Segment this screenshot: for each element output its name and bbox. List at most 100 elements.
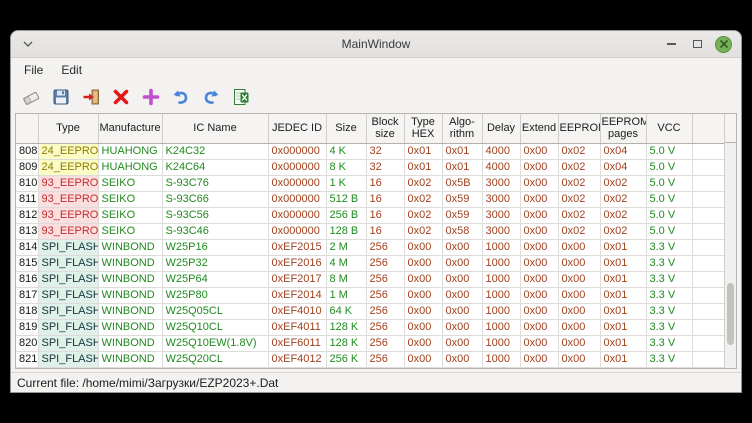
table-row[interactable]: 81093_EEPROMSEIKOS-93C760x0000001 K160x0…	[16, 175, 724, 191]
table-row[interactable]: 817SPI_FLASHWINBONDW25P800xEF20141 M2560…	[16, 287, 724, 303]
eeprom-pages-cell[interactable]: 0x02	[600, 207, 646, 223]
manufacture-cell[interactable]: WINBOND	[98, 239, 162, 255]
extend-cell[interactable]: 0x00	[520, 207, 558, 223]
ic-name-cell[interactable]: S-93C46	[162, 223, 268, 239]
type-cell[interactable]: 24_EEPROM	[38, 143, 98, 159]
export-button[interactable]	[228, 84, 253, 109]
algorithm-cell[interactable]: 0x00	[442, 319, 482, 335]
ic-name-cell[interactable]: W25Q05CL	[162, 303, 268, 319]
type-cell[interactable]: 93_EEPROM	[38, 191, 98, 207]
algorithm-cell[interactable]: 0x58	[442, 223, 482, 239]
save-button[interactable]	[48, 84, 73, 109]
extend-cell[interactable]: 0x00	[520, 223, 558, 239]
vcc-cell[interactable]: 5.0 V	[646, 223, 692, 239]
ic-name-cell[interactable]: S-93C76	[162, 175, 268, 191]
eeprom-pages-cell[interactable]: 0x01	[600, 351, 646, 367]
type-hex-cell[interactable]: 0x01	[404, 143, 442, 159]
type-cell[interactable]: 93_EEPROM	[38, 175, 98, 191]
vcc-cell[interactable]: 3.3 V	[646, 319, 692, 335]
redo-button[interactable]	[198, 84, 223, 109]
table-row[interactable]: 80924_EEPROMHUAHONGK24C640x0000008 K320x…	[16, 159, 724, 175]
jedec-id-cell[interactable]: 0x000000	[268, 175, 326, 191]
jedec-id-cell[interactable]: 0xEF4011	[268, 319, 326, 335]
block-size-cell[interactable]: 256	[366, 319, 404, 335]
jedec-id-cell[interactable]: 0xEF4012	[268, 351, 326, 367]
eeprom-pages-cell[interactable]: 0x02	[600, 223, 646, 239]
ic-name-cell[interactable]: W25P16	[162, 239, 268, 255]
manufacture-cell[interactable]: SEIKO	[98, 191, 162, 207]
col-header-manufacture[interactable]: Manufacture	[98, 114, 162, 143]
eeprom-pages-cell[interactable]: 0x02	[600, 175, 646, 191]
vcc-cell[interactable]: 3.3 V	[646, 303, 692, 319]
vcc-cell[interactable]: 5.0 V	[646, 207, 692, 223]
size-cell[interactable]: 4 M	[326, 255, 366, 271]
block-size-cell[interactable]: 256	[366, 303, 404, 319]
jedec-id-cell[interactable]: 0xEF2016	[268, 255, 326, 271]
col-header-type[interactable]: Type	[38, 114, 98, 143]
exit-button[interactable]	[78, 84, 103, 109]
eeprom-cell[interactable]: 0x00	[558, 271, 600, 287]
delay-cell[interactable]: 1000	[482, 319, 520, 335]
type-hex-cell[interactable]: 0x00	[404, 271, 442, 287]
col-header-delay[interactable]: Delay	[482, 114, 520, 143]
type-cell[interactable]: 24_EEPROM	[38, 159, 98, 175]
algorithm-cell[interactable]: 0x5B	[442, 175, 482, 191]
jedec-id-cell[interactable]: 0x000000	[268, 191, 326, 207]
algorithm-cell[interactable]: 0x59	[442, 191, 482, 207]
type-cell[interactable]: SPI_FLASH	[38, 303, 98, 319]
algorithm-cell[interactable]: 0x01	[442, 143, 482, 159]
eeprom-cell[interactable]: 0x02	[558, 191, 600, 207]
scrollbar-track[interactable]	[725, 143, 736, 368]
row-number-cell[interactable]: 809	[16, 159, 38, 175]
type-hex-cell[interactable]: 0x00	[404, 239, 442, 255]
delay-cell[interactable]: 1000	[482, 335, 520, 351]
algorithm-cell[interactable]: 0x00	[442, 287, 482, 303]
ic-name-cell[interactable]: S-93C56	[162, 207, 268, 223]
row-number-cell[interactable]: 814	[16, 239, 38, 255]
extend-cell[interactable]: 0x00	[520, 255, 558, 271]
undo-button[interactable]	[168, 84, 193, 109]
type-cell[interactable]: SPI_FLASH	[38, 239, 98, 255]
add-button[interactable]	[138, 84, 163, 109]
table-row[interactable]: 816SPI_FLASHWINBONDW25P640xEF20178 M2560…	[16, 271, 724, 287]
table-row[interactable]: 821SPI_FLASHWINBONDW25Q20CL0xEF4012256 K…	[16, 351, 724, 367]
type-hex-cell[interactable]: 0x02	[404, 191, 442, 207]
delay-cell[interactable]: 4000	[482, 143, 520, 159]
type-hex-cell[interactable]: 0x00	[404, 335, 442, 351]
eeprom-cell[interactable]: 0x00	[558, 239, 600, 255]
ic-name-cell[interactable]: W25P32	[162, 255, 268, 271]
type-hex-cell[interactable]: 0x02	[404, 175, 442, 191]
eeprom-pages-cell[interactable]: 0x01	[600, 303, 646, 319]
type-cell[interactable]: SPI_FLASH	[38, 287, 98, 303]
type-hex-cell[interactable]: 0x00	[404, 319, 442, 335]
extend-cell[interactable]: 0x00	[520, 239, 558, 255]
size-cell[interactable]: 256 K	[326, 351, 366, 367]
type-hex-cell[interactable]: 0x00	[404, 287, 442, 303]
manufacture-cell[interactable]: HUAHONG	[98, 143, 162, 159]
block-size-cell[interactable]: 256	[366, 351, 404, 367]
ic-name-cell[interactable]: W25Q20CL	[162, 351, 268, 367]
ic-name-cell[interactable]: K24C32	[162, 143, 268, 159]
eeprom-pages-cell[interactable]: 0x04	[600, 143, 646, 159]
manufacture-cell[interactable]: WINBOND	[98, 319, 162, 335]
scrollbar-thumb[interactable]	[727, 283, 734, 345]
col-header-extend[interactable]: Extend	[520, 114, 558, 143]
size-cell[interactable]: 8 M	[326, 271, 366, 287]
delay-cell[interactable]: 3000	[482, 207, 520, 223]
delay-cell[interactable]: 3000	[482, 191, 520, 207]
jedec-id-cell[interactable]: 0xEF2015	[268, 239, 326, 255]
vcc-cell[interactable]: 3.3 V	[646, 287, 692, 303]
row-number-cell[interactable]: 812	[16, 207, 38, 223]
ic-name-cell[interactable]: W25P80	[162, 287, 268, 303]
algorithm-cell[interactable]: 0x00	[442, 335, 482, 351]
table-row[interactable]: 815SPI_FLASHWINBONDW25P320xEF20164 M2560…	[16, 255, 724, 271]
row-number-cell[interactable]: 810	[16, 175, 38, 191]
block-size-cell[interactable]: 16	[366, 191, 404, 207]
eeprom-cell[interactable]: 0x02	[558, 223, 600, 239]
delay-cell[interactable]: 3000	[482, 223, 520, 239]
menu-edit[interactable]: Edit	[52, 60, 91, 80]
table-row[interactable]: 81293_EEPROMSEIKOS-93C560x000000256 B160…	[16, 207, 724, 223]
open-button[interactable]	[18, 84, 43, 109]
row-number-cell[interactable]: 818	[16, 303, 38, 319]
table-corner[interactable]	[16, 114, 38, 143]
